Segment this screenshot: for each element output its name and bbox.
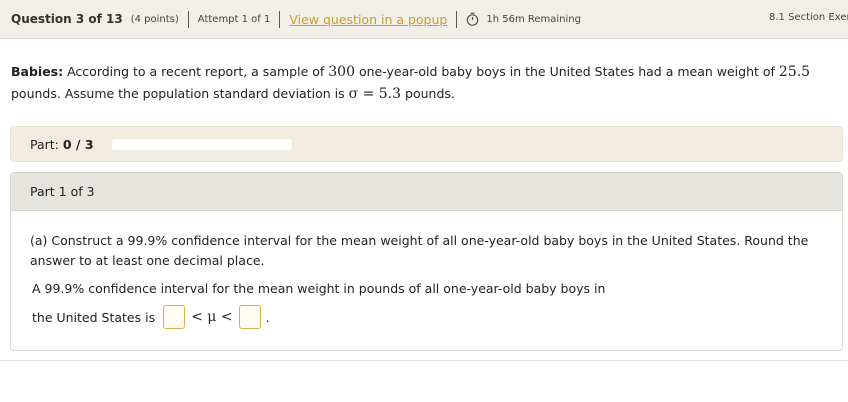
answer-row: the United States is < μ < .: [32, 305, 270, 329]
answer-prompt-prefix: the United States is: [32, 309, 156, 325]
sigma-expression: σ = 5.3: [348, 86, 402, 102]
progress-label: Part:: [30, 136, 63, 152]
points-label: (4 points): [130, 13, 179, 25]
answer-prompt: A 99.9% confidence interval for the mean…: [32, 281, 606, 296]
sample-size: 300: [328, 64, 355, 80]
part-header: Part 1 of 3: [11, 173, 842, 211]
header-divider: [279, 10, 281, 28]
part-question: (a) Construct a 99.9% confidence interva…: [30, 233, 809, 268]
problem-statement: Babies: According to a recent report, a …: [11, 61, 841, 105]
part-card: Part 1 of 3 (a) Construct a 99.9% confid…: [10, 172, 843, 351]
stopwatch-icon: [467, 12, 479, 26]
answer-period: .: [265, 309, 270, 325]
problem-text: pounds. Assume the population standard d…: [11, 86, 349, 101]
problem-topic: Babies:: [11, 64, 64, 79]
problem-text: one-year-old baby boys in the United Sta…: [354, 64, 779, 79]
page-divider: [0, 360, 848, 361]
attempt-label: Attempt 1 of 1: [197, 13, 271, 25]
header-divider: [187, 10, 189, 28]
upper-bound-input[interactable]: [238, 305, 261, 329]
inequality-symbol: < μ <: [191, 309, 233, 325]
part-progress: Part: 0 / 3: [10, 126, 843, 162]
problem-text: According to a recent report, a sample o…: [63, 64, 329, 79]
progress-bar: [111, 138, 292, 150]
question-number-label: Question 3 of 13: [11, 12, 123, 26]
time-remaining-label: 1h 56m Remaining: [486, 13, 581, 25]
problem-text: pounds.: [401, 86, 455, 101]
lower-bound-input[interactable]: [163, 305, 186, 329]
progress-count: 0 / 3: [62, 136, 94, 152]
section-label: 8.1 Section Exer: [769, 12, 848, 23]
sample-mean: 25.5: [778, 64, 811, 80]
header-divider: [456, 10, 458, 28]
view-in-popup-link[interactable]: View question in a popup: [289, 12, 447, 27]
question-header-bar: Question 3 of 13 (4 points) Attempt 1 of…: [0, 0, 848, 39]
timer: 1h 56m Remaining: [466, 12, 581, 26]
